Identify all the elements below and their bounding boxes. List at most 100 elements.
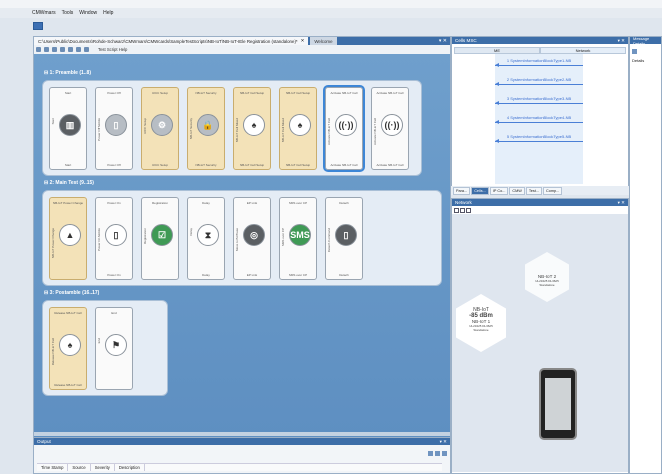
script-card[interactable]: Release NB-IoT Cell Release NB-IoT Cell ♠ R…	[49, 307, 87, 390]
tower-icon: ♠	[243, 114, 265, 136]
column-header[interactable]: Time Stamp	[37, 464, 69, 471]
message-details-panel: Message Details Details	[629, 36, 662, 474]
dock-tab[interactable]: IP Co...	[489, 186, 509, 195]
card-footer: Release NB-IoT Cell	[54, 383, 82, 387]
script-card[interactable]: Activate NB-IoT Cell Activate NB-IoT Cell…	[371, 87, 409, 170]
script-card[interactable]: Power On Power On Mobile ▯ Power On	[95, 197, 133, 280]
pin-icon[interactable]: ▾ ✕	[439, 38, 450, 44]
msc-columns: ME Network	[454, 47, 626, 54]
msc-message[interactable]: 2 SystemInformationBlockType2-NB	[495, 77, 583, 86]
card-footer: EP Link	[246, 273, 258, 277]
mobile-device-icon[interactable]	[539, 368, 577, 440]
script-card[interactable]: End End ⚑	[95, 307, 133, 390]
card-title: UICC Setup	[151, 91, 168, 95]
dock-tab[interactable]: Para...	[453, 186, 471, 195]
card-footer: NB-IoT Security	[195, 163, 217, 167]
script-card[interactable]: UICC Setup UICC Setup ⚙ UICC Setup	[141, 87, 179, 170]
column-header[interactable]: Severity	[91, 464, 115, 471]
script-card[interactable]: Activate NB-IoT Cell Activate NB-IoT Cell…	[323, 85, 365, 172]
filter-icon[interactable]	[428, 451, 433, 456]
horizontal-scrollbar[interactable]	[34, 432, 450, 436]
msc-header: Cells MSC ▾ ✕	[452, 37, 628, 44]
script-card[interactable]: NB-IoT Power Change NB-IoT Power Change ▲	[49, 197, 87, 280]
cell-nbiot1[interactable]: NB-IoT -85 dBm NB-IoT 1 UL23425 DL3625 S…	[460, 307, 502, 332]
card-side-label: NB-IoT Cell Mixed	[281, 118, 285, 143]
dock-tab[interactable]: CMW	[509, 186, 525, 195]
group-title[interactable]: ⊟ 3: Postamble (16..17)	[44, 290, 99, 296]
close-icon[interactable]: ✕	[301, 38, 305, 44]
msc-arrow	[495, 82, 583, 86]
dock-tab[interactable]: Cells...	[471, 186, 489, 195]
grid-icon[interactable]	[60, 47, 65, 52]
group-title[interactable]: ⊟ 2: Main Test (9..15)	[44, 180, 94, 186]
script-card[interactable]: NB-IoT Cell Setup NB-IoT Cell Mixed ♠ NB-Io…	[279, 87, 317, 170]
menu-tools[interactable]: Tools	[62, 10, 74, 16]
script-card[interactable]: SMS over CP SMS over CP SMS SMS over CP	[279, 197, 317, 280]
copy-icon[interactable]	[442, 451, 447, 456]
dock-tab[interactable]: Comp...	[543, 186, 563, 195]
msc-body: ME Network 1 SystemInformationBlockType1…	[452, 44, 628, 186]
tab-welcome[interactable]: Welcome	[310, 37, 337, 45]
script-card[interactable]: Delay Delay ⧗ Delay	[187, 197, 225, 280]
msc-message[interactable]: 1 SystemInformationBlockType1-NB	[495, 58, 583, 67]
card-title: Power Off	[107, 91, 121, 95]
tab-script[interactable]: C:\Users\Public\Documents\Rohde-Schwarz\…	[34, 37, 309, 45]
card-footer: Delay	[202, 273, 210, 277]
script-card[interactable]: NB-IoT Cell Setup NB-IoT Cell Mixed ♠ NB-Io…	[233, 87, 271, 170]
card-title: NB-IoT Power Change	[52, 201, 84, 205]
msc-arrow	[495, 63, 583, 67]
fit-icon[interactable]	[52, 47, 57, 52]
card-footer: Activate NB-IoT Cell	[330, 163, 358, 167]
msc-message[interactable]: 5 SystemInformationBlockType5-NB	[495, 134, 583, 143]
gear-icon: ⚙	[151, 114, 173, 136]
tower-icon: ♠	[289, 114, 311, 136]
run-icon[interactable]	[68, 47, 73, 52]
menu-cmwmars[interactable]: CMWmars	[32, 10, 56, 16]
card-footer: Activate NB-IoT Cell	[376, 163, 404, 167]
details-title: Message Details	[633, 35, 650, 46]
hourglass-icon: ⧗	[197, 224, 219, 246]
test-script-editor: C:\Users\Public\Documents\Rohde-Schwarz\…	[33, 36, 451, 438]
msc-arrow	[495, 101, 583, 105]
script-card[interactable]: EP Link Move to B-Phase ◎ EP Link	[233, 197, 271, 280]
pin-icon[interactable]: ▾ ✕	[618, 38, 625, 44]
menu-help[interactable]: Help	[103, 10, 113, 16]
zoom-out-icon[interactable]	[460, 208, 465, 213]
stop-icon[interactable]	[76, 47, 81, 52]
menu-window[interactable]: Window	[79, 10, 97, 16]
script-help-label[interactable]: Test Script Help	[98, 47, 127, 52]
card-title: NB-IoT Security	[195, 91, 217, 95]
zoom-in-icon[interactable]	[36, 47, 41, 52]
expand-icon[interactable]	[632, 49, 637, 54]
zoom-in-icon[interactable]	[454, 208, 459, 213]
phone-icon: ▯	[105, 224, 127, 246]
pin-icon[interactable]: ▾ ✕	[440, 439, 447, 445]
card-title: End	[111, 311, 117, 315]
script-card[interactable]: Detach Detach Command ▯ Detach	[325, 197, 363, 280]
script-card[interactable]: Start Start ▥ Start	[49, 87, 87, 170]
editor-toolbar: Test Script Help	[34, 45, 450, 54]
card-side-label: Release NB-IoT Cell	[51, 338, 55, 366]
dock-tab[interactable]: Test...	[525, 186, 543, 195]
script-card[interactable]: Power Off Power Off Mobile ▯ Power Off	[95, 87, 133, 170]
group-title[interactable]: ⊟ 1: Preamble (1..8)	[44, 70, 91, 76]
script-card[interactable]: Registration Registration ☑	[141, 197, 179, 280]
cell-nbiot2[interactable]: NB-IoT 2 UL23425 DL3625 Standalone	[527, 274, 567, 287]
zoom-out-icon[interactable]	[44, 47, 49, 52]
settings-icon[interactable]	[84, 47, 89, 52]
card-side-label: Delay	[189, 228, 193, 236]
column-header[interactable]: Source	[68, 464, 91, 471]
column-header[interactable]: Description	[115, 464, 145, 471]
card-side-label: NB-IoT Cell Mixed	[235, 118, 239, 143]
pin-icon[interactable]: ▾ ✕	[618, 200, 625, 206]
cell1-mode: Standalone	[473, 328, 489, 332]
script-group: Start Start ▥ Start Power Off Power Off Mobil…	[42, 80, 422, 176]
script-card[interactable]: NB-IoT Security NB-IoT Security 🔒 NB-IoT Se…	[187, 87, 225, 170]
fit-icon[interactable]	[466, 208, 471, 213]
msc-message[interactable]: 4 SystemInformationBlockType4-NB	[495, 115, 583, 124]
msc-message-label: 2 SystemInformationBlockType2-NB	[506, 77, 572, 82]
clear-icon[interactable]	[435, 451, 440, 456]
msc-message[interactable]: 3 SystemInformationBlockType3-NB	[495, 96, 583, 105]
main-toolbar-button[interactable]	[33, 22, 43, 30]
antenna-icon: ((·))	[335, 114, 357, 136]
